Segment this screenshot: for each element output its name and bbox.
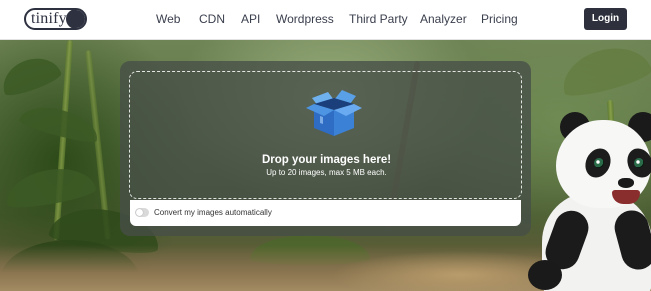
panda-nose: [618, 178, 634, 188]
foliage: [2, 162, 98, 212]
dropzone-subtitle: Up to 20 images, max 5 MB each.: [266, 168, 387, 177]
panda-mouth: [612, 190, 640, 204]
nav-link-analyzer[interactable]: Analyzer: [420, 12, 467, 26]
toggle-knob: [136, 209, 143, 216]
auto-convert-toggle[interactable]: [135, 208, 149, 217]
panda-eye: [594, 158, 604, 168]
nav-link-web[interactable]: Web: [156, 12, 180, 26]
foliage: [556, 40, 651, 101]
top-navigation-bar: tinify Web CDN API Wordpress Third Party…: [0, 0, 651, 40]
open-box-icon: [306, 90, 362, 136]
nav-link-third-party[interactable]: Third Party: [349, 12, 408, 26]
auto-convert-label: Convert my images automatically: [154, 208, 272, 217]
dropzone-title: Drop your images here!: [261, 154, 392, 166]
upload-panel: Drop your images here! Up to 20 images, …: [120, 61, 531, 236]
auto-convert-option: Convert my images automatically: [130, 200, 521, 226]
image-dropzone[interactable]: Drop your images here! Up to 20 images, …: [129, 71, 522, 199]
panda-eye: [634, 158, 644, 168]
nav-link-api[interactable]: API: [241, 12, 260, 26]
panda-paw: [528, 260, 562, 290]
login-button[interactable]: Login: [584, 8, 627, 30]
panda-illustration: [520, 110, 651, 291]
nav-link-pricing[interactable]: Pricing: [481, 12, 518, 26]
main-nav: Web CDN API Wordpress Third Party Analyz…: [0, 0, 651, 40]
foliage: [0, 50, 64, 100]
nav-link-wordpress[interactable]: Wordpress: [276, 12, 334, 26]
nav-link-cdn[interactable]: CDN: [199, 12, 225, 26]
